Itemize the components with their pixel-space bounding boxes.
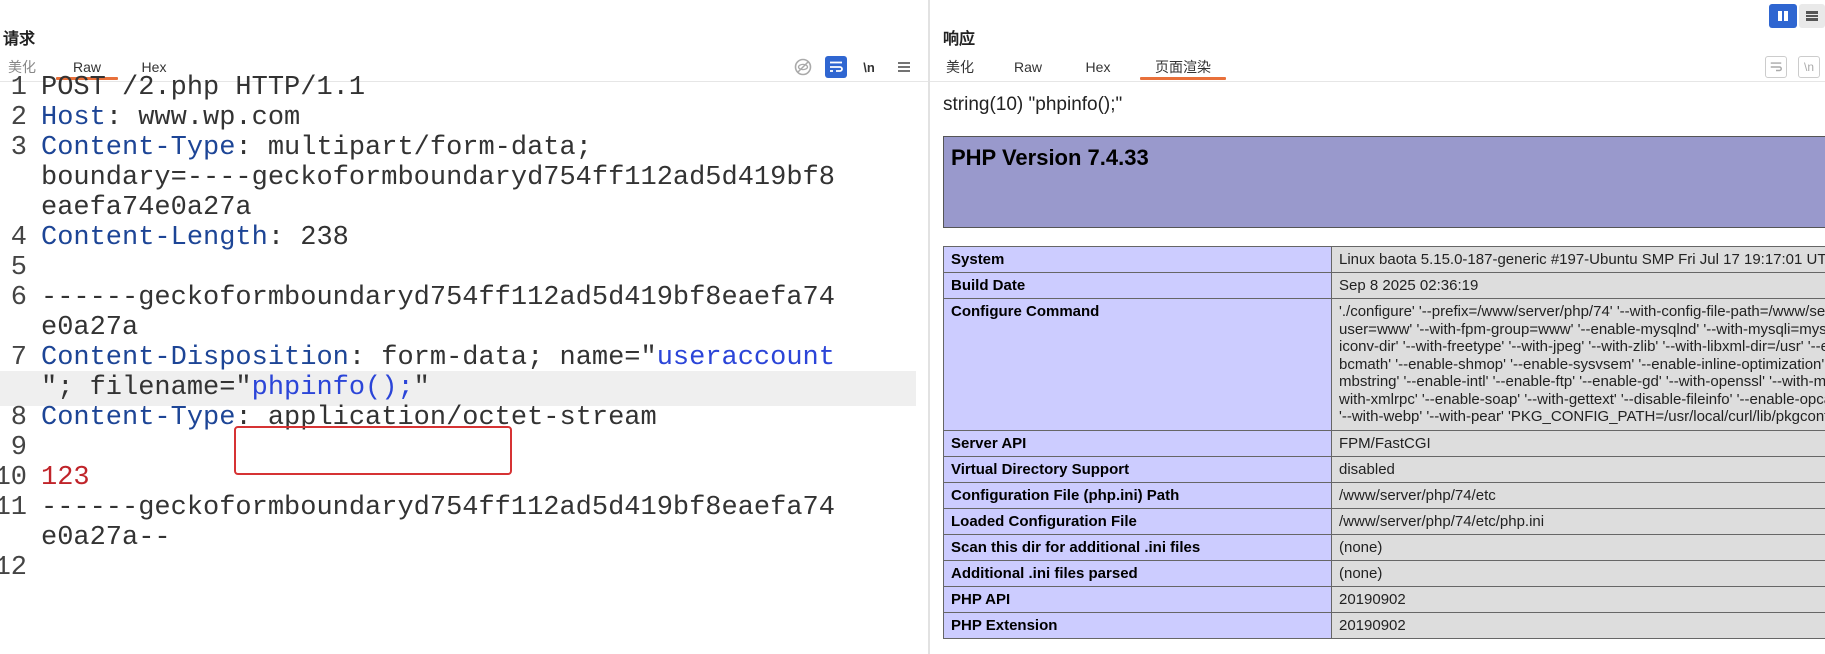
phpinfo-row: Build Date Sep 8 2025 02:36:19 [943, 272, 1825, 299]
phpinfo-value: (none) [1331, 559, 1825, 587]
token: "; filename=" [41, 373, 252, 403]
request-editor[interactable]: 1 POST /2.php HTTP/1.1 2 Host: www.wp.com 3 C… [0, 73, 928, 654]
phpinfo-row: System Linux baota 5.15.0-187-generic #19… [943, 246, 1825, 273]
phpinfo-label: PHP Extension [943, 611, 1332, 639]
phpinfo-value: './configure' '--prefix=/www/server/php/… [1331, 298, 1825, 431]
phpinfo-label: Configuration File (php.ini) Path [943, 481, 1332, 509]
phpinfo-row: Configuration File (php.ini) Path/www/se… [943, 481, 1825, 509]
phpinfo-label: Configure Command [943, 298, 1332, 431]
config-line: user=www' '--with-fpm-group=www' '--enab… [1339, 320, 1825, 338]
token: 123 [41, 463, 90, 493]
phpinfo-label: System [943, 246, 1332, 273]
token: e0a27a-- [41, 523, 171, 553]
token: e0a27a [41, 313, 139, 343]
phpinfo-label: Loaded Configuration File [943, 507, 1332, 535]
response-tabs: 美化 Raw Hex 页面渲染 [930, 58, 1825, 80]
line-number: 12 [0, 553, 27, 583]
php-version-header: PHP Version 7.4.33 [943, 136, 1825, 228]
token: boundary=----geckoformboundaryd754ff112a… [41, 163, 835, 193]
phpinfo-value: FPM/FastCGI [1331, 429, 1825, 457]
word-wrap-icon-response[interactable] [1765, 56, 1787, 78]
token: : 238 [267, 223, 349, 253]
response-pane: 响应 美化 Raw Hex 页面渲染 \n string(10) "phpinf… [930, 0, 1825, 654]
token: " [413, 373, 430, 403]
response-tab-raw[interactable]: Raw [1010, 58, 1046, 80]
phpinfo-value: (none) [1331, 533, 1825, 561]
phpinfo-value: /www/server/php/74/etc/php.ini [1331, 507, 1825, 535]
response-tab-pretty[interactable]: 美化 [944, 58, 976, 80]
token: Content-Disposition [41, 343, 349, 373]
phpinfo-row: Server API FPM/FastCGI [943, 429, 1825, 457]
token: useraccount [656, 343, 835, 373]
token: Content-Type [41, 403, 236, 433]
rendered-response: string(10) "phpinfo();" PHP Version 7.4.… [930, 82, 1825, 654]
phpinfo-row: Loaded Configuration File/www/server/php… [943, 507, 1825, 535]
phpinfo-value: 20190902 [1331, 611, 1825, 639]
code-line[interactable]: 12 [0, 551, 916, 586]
token: Content-Length [41, 223, 268, 253]
config-line: mbstring' '--enable-intl' '--enable-ftp'… [1339, 373, 1825, 390]
token: eaefa74e0a27a [41, 193, 252, 223]
phpinfo-table: System Linux baota 5.15.0-187-generic #19… [943, 246, 1825, 639]
columns-icon [1778, 11, 1788, 21]
phpinfo-label: Server API [943, 429, 1332, 457]
phpinfo-label: Virtual Directory Support [943, 455, 1332, 483]
config-line: bcmath' '--enable-shmop' '--enable-sysvs… [1339, 355, 1825, 373]
phpinfo-label: PHP API [943, 585, 1332, 613]
phpinfo-value: Linux baota 5.15.0-187-generic #197-Ubun… [1331, 246, 1825, 273]
php-version-title: PHP Version 7.4.33 [951, 145, 1149, 170]
token: phpinfo(); [251, 373, 414, 403]
phpinfo-row: Additional .ini files parsed (none) [943, 559, 1825, 587]
token: POST /2.php HTTP/1.1 [41, 73, 366, 103]
token: Content-Type [41, 133, 236, 163]
phpinfo-label: Additional .ini files parsed [943, 559, 1332, 587]
rows-icon [1806, 11, 1818, 21]
phpinfo-label: Build Date [943, 272, 1332, 299]
phpinfo-row: PHP Extension 20190902 [943, 611, 1825, 639]
phpinfo-label: Scan this dir for additional .ini files [943, 533, 1332, 561]
phpinfo-value: disabled [1331, 455, 1825, 483]
token: : www.wp.com [105, 103, 301, 133]
config-line: './configure' '--prefix=/www/server/php/… [1339, 303, 1825, 320]
response-tab-render[interactable]: 页面渲染 [1140, 58, 1226, 80]
config-line: iconv-dir' '--with-freetype' '--with-jpe… [1339, 338, 1825, 355]
token: : multipart/form-data; [235, 133, 592, 163]
show-newlines-button-response[interactable]: \n [1798, 56, 1820, 78]
token: ------geckoformboundaryd754ff112ad5d419b… [41, 283, 835, 313]
response-tab-hex[interactable]: Hex [1080, 58, 1116, 80]
request-title: 请求 [3, 31, 36, 48]
config-line: '--with-webp' '--with-pear' 'PKG_CONFIG_… [1339, 408, 1825, 425]
response-output-text: string(10) "phpinfo();" [943, 94, 1123, 115]
phpinfo-value: /www/server/php/74/etc [1331, 481, 1825, 509]
token: ------geckoformboundaryd754ff112ad5d419b… [41, 493, 835, 523]
phpinfo-value: 20190902 [1331, 585, 1825, 613]
token: Host [41, 103, 106, 133]
phpinfo-row: Scan this dir for additional .ini files(… [943, 533, 1825, 561]
layout-toggle [1769, 4, 1825, 28]
phpinfo-row: PHP API 20190902 [943, 585, 1825, 613]
phpinfo-value: Sep 8 2025 02:36:19 [1331, 272, 1825, 299]
response-title: 响应 [943, 31, 976, 48]
token: : form-data; name=" [348, 343, 657, 373]
phpinfo-row: Virtual Directory Support disabled [943, 455, 1825, 483]
phpinfo-row: Configure Command './configure' '--prefix… [943, 298, 1825, 431]
request-pane: 请求 美化 Raw Hex \n 1 POST /2.php HTTP/1.1 2 H… [0, 0, 928, 654]
split-layout-button[interactable] [1769, 4, 1797, 28]
highlight-box [234, 426, 512, 475]
config-line: with-xmlrpc' '--enable-soap' '--with-get… [1339, 390, 1825, 408]
stacked-layout-button[interactable] [1799, 4, 1825, 28]
